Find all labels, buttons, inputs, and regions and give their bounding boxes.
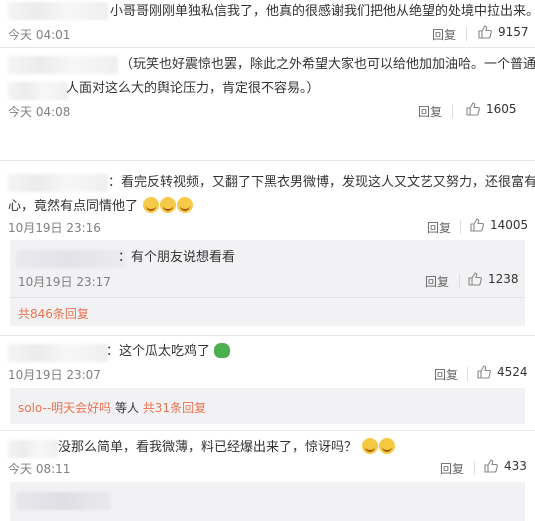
comment-text-line2: 心，竟然有点同情他了 bbox=[8, 199, 139, 214]
reply-button[interactable]: 回复 bbox=[432, 26, 456, 43]
comment-text: 没那么简单，看我微薄，料已经爆出来了，惊讶吗？ bbox=[58, 440, 358, 455]
thumbs-up-icon bbox=[478, 25, 492, 39]
reply-summary: solo--明天会好吗 等人 共31条回复 bbox=[18, 399, 206, 416]
blurred-username bbox=[16, 492, 111, 510]
like-count: 9157 bbox=[498, 25, 529, 39]
comment-text-line2-wrap: 心，竟然有点同情他了 bbox=[8, 195, 194, 219]
divider bbox=[0, 335, 535, 336]
comment-time: 今天 04:01 bbox=[8, 28, 71, 42]
blurred-username bbox=[8, 174, 108, 192]
like-button[interactable]: 9157 bbox=[478, 25, 529, 39]
thumbs-up-icon bbox=[484, 459, 498, 473]
comment-text-wrap: ：这个瓜太吃鸡了 bbox=[106, 340, 231, 364]
thumbs-up-icon bbox=[470, 218, 484, 232]
reply-button[interactable]: 回复 bbox=[440, 460, 464, 477]
surprised-emoji-icon bbox=[362, 438, 379, 454]
like-button[interactable]: 14005 bbox=[470, 218, 528, 232]
sub-reply-time: 10月19日 23:17 bbox=[18, 275, 111, 289]
reply-summary-count[interactable]: 共31条回复 bbox=[143, 401, 206, 415]
comment-text-line1: （玩笑也好震惊也罢，除此之外希望大家也可以给他加加油哈。一个普通 bbox=[120, 57, 535, 72]
comment-time: 10月19日 23:16 bbox=[8, 221, 101, 235]
comment-time: 今天 08:11 bbox=[8, 462, 71, 476]
thumbs-up-icon bbox=[466, 102, 480, 116]
divider bbox=[0, 430, 535, 431]
divider bbox=[10, 297, 525, 298]
blurred-username bbox=[8, 56, 118, 74]
separator bbox=[467, 367, 468, 381]
laughing-emoji-icon bbox=[160, 197, 177, 213]
laughing-emoji-icon bbox=[177, 197, 194, 213]
separator bbox=[459, 274, 460, 288]
frog-emoji-icon bbox=[214, 343, 231, 358]
reply-button[interactable]: 回复 bbox=[427, 219, 451, 236]
more-replies-link[interactable]: 共846条回复 bbox=[18, 305, 89, 322]
comment-text-wrap: 没那么简单，看我微薄，料已经爆出来了，惊讶吗？ bbox=[58, 436, 396, 460]
reply-button[interactable]: 回复 bbox=[425, 273, 449, 290]
surprised-emoji-icon bbox=[379, 438, 396, 454]
like-count: 1238 bbox=[488, 272, 519, 286]
divider bbox=[0, 160, 535, 161]
like-count: 14005 bbox=[490, 218, 529, 232]
separator bbox=[474, 461, 475, 475]
comment-text: 小哥哥刚刚单独私信我了，他真的很感谢我们把他从绝望的处境中拉出来。 bbox=[110, 4, 535, 19]
blurred-username bbox=[8, 440, 58, 458]
like-count: 1605 bbox=[486, 102, 517, 116]
comment-time: 10月19日 23:07 bbox=[8, 368, 101, 382]
reply-button[interactable]: 回复 bbox=[434, 366, 458, 383]
separator bbox=[460, 220, 461, 234]
sub-reply-text: ：有个朋友说想看看 bbox=[118, 250, 236, 265]
reply-summary-user[interactable]: solo--明天会好吗 bbox=[18, 401, 111, 415]
comment-text-line1: ：看完反转视频，又翻了下黑衣男微博，发现这人又文艺又努力，还很富有爱 bbox=[108, 175, 535, 190]
like-button[interactable]: 433 bbox=[484, 459, 527, 473]
like-button[interactable]: 4524 bbox=[477, 365, 528, 379]
reply-button[interactable]: 回复 bbox=[418, 103, 442, 120]
thumbs-up-icon bbox=[477, 365, 491, 379]
like-count: 433 bbox=[504, 459, 527, 473]
like-button[interactable]: 1605 bbox=[466, 102, 517, 116]
comment-text: ：这个瓜太吃鸡了 bbox=[106, 344, 211, 359]
like-button[interactable]: 1238 bbox=[468, 272, 519, 286]
thumbs-up-icon bbox=[468, 272, 482, 286]
comment-text-line2: 人面对这么大的舆论压力，肯定很不容易。） bbox=[66, 81, 320, 96]
laughing-emoji-icon bbox=[143, 197, 160, 213]
blurred-username bbox=[8, 2, 108, 20]
divider bbox=[0, 47, 535, 48]
reply-summary-mid: 等人 bbox=[111, 401, 143, 415]
blurred-username bbox=[16, 250, 126, 268]
like-count: 4524 bbox=[497, 365, 528, 379]
blurred-text bbox=[8, 82, 68, 100]
separator bbox=[466, 27, 467, 41]
comment-time: 今天 04:08 bbox=[8, 105, 71, 119]
separator bbox=[452, 104, 453, 118]
blurred-username bbox=[8, 344, 108, 362]
